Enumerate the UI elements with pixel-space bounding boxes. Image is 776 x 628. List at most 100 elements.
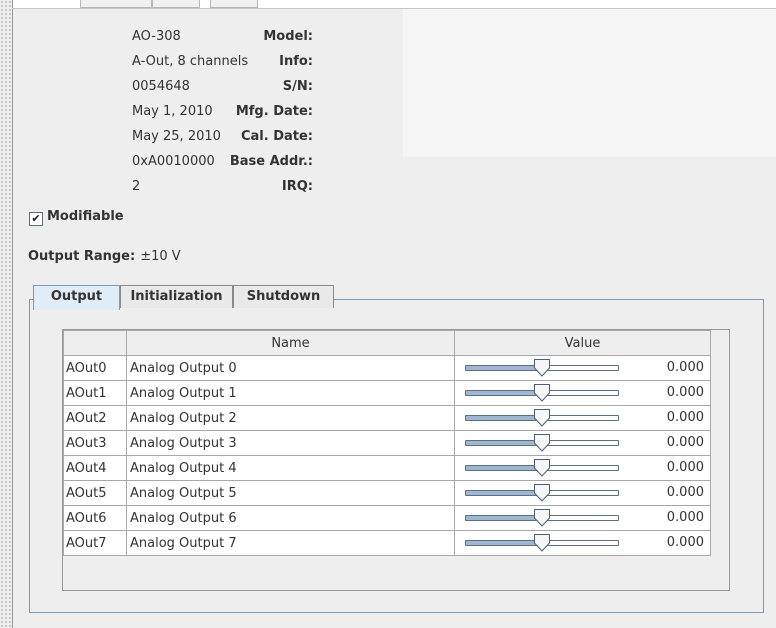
table-row[interactable]: AOut0 Analog Output 0 0.000 — [63, 355, 711, 381]
channel-value[interactable]: 0.000 — [667, 506, 704, 530]
table-header: Name Value — [63, 330, 711, 356]
tab-shutdown[interactable]: Shutdown — [233, 285, 334, 308]
channel-value[interactable]: 0.000 — [667, 406, 704, 430]
channel-name[interactable]: Analog Output 3 — [126, 430, 455, 456]
channel-id: AOut5 — [63, 480, 127, 506]
channel-name[interactable]: Analog Output 4 — [126, 455, 455, 481]
channel-value[interactable]: 0.000 — [667, 456, 704, 480]
table-row[interactable]: AOut2 Analog Output 2 0.000 — [63, 405, 711, 431]
slider-thumb-icon[interactable] — [533, 484, 551, 502]
channel-value-cell: 0.000 — [454, 355, 711, 381]
field-label: Base Addr.: — [229, 154, 313, 169]
table-row[interactable]: AOut3 Analog Output 3 0.000 — [63, 430, 711, 456]
channel-name[interactable]: Analog Output 5 — [126, 480, 455, 506]
slider-fill — [466, 391, 541, 395]
split-pane-divider[interactable] — [0, 0, 13, 628]
slider-thumb-icon[interactable] — [533, 384, 551, 402]
slider-thumb-icon[interactable] — [533, 509, 551, 527]
column-header-name[interactable]: Name — [126, 330, 455, 356]
channel-name[interactable]: Analog Output 6 — [126, 505, 455, 531]
channel-value-cell: 0.000 — [454, 430, 711, 456]
output-slider[interactable] — [465, 484, 619, 502]
table-row[interactable]: AOut5 Analog Output 5 0.000 — [63, 480, 711, 506]
output-range: Output Range: ±10 V — [28, 248, 181, 266]
channel-id: AOut6 — [63, 505, 127, 531]
field-value: AO-308 — [132, 29, 181, 44]
field-value: A-Out, 8 channels — [132, 54, 249, 69]
channel-name[interactable]: Analog Output 1 — [126, 380, 455, 406]
top-tab-remnant — [152, 0, 200, 8]
tab-output[interactable]: Output — [33, 285, 120, 310]
channel-value-cell: 0.000 — [454, 480, 711, 506]
info-background — [403, 9, 776, 157]
output-slider[interactable] — [465, 509, 619, 527]
channel-value-cell: 0.000 — [454, 455, 711, 481]
slider-fill — [466, 366, 541, 370]
modifiable-checkbox[interactable]: ✔ Modifiable — [29, 209, 124, 226]
channel-id: AOut0 — [63, 355, 127, 381]
channel-value-cell: 0.000 — [454, 505, 711, 531]
output-range-label: Output Range: — [28, 249, 136, 264]
slider-fill — [466, 516, 541, 520]
output-slider[interactable] — [465, 359, 619, 377]
channel-value[interactable]: 0.000 — [667, 381, 704, 405]
field-value: May 1, 2010 — [132, 104, 213, 119]
output-slider[interactable] — [465, 434, 619, 452]
channel-name[interactable]: Analog Output 0 — [126, 355, 455, 381]
channel-id: AOut7 — [63, 530, 127, 556]
slider-thumb-icon[interactable] — [533, 409, 551, 427]
outputs-table: Name Value AOut0 Analog Output 0 0.000 AOut… — [63, 330, 711, 556]
slider-thumb-icon[interactable] — [533, 534, 551, 552]
slider-thumb-icon[interactable] — [533, 359, 551, 377]
slider-fill — [466, 441, 541, 445]
channel-id: AOut4 — [63, 455, 127, 481]
channel-value[interactable]: 0.000 — [667, 531, 704, 555]
channel-value[interactable]: 0.000 — [667, 356, 704, 380]
channel-value[interactable]: 0.000 — [667, 481, 704, 505]
channel-name[interactable]: Analog Output 2 — [126, 405, 455, 431]
table-row[interactable]: AOut4 Analog Output 4 0.000 — [63, 455, 711, 481]
slider-fill — [466, 491, 541, 495]
field-label: Mfg. Date: — [235, 104, 313, 119]
table-row[interactable]: AOut1 Analog Output 1 0.000 — [63, 380, 711, 406]
channel-value-cell: 0.000 — [454, 380, 711, 406]
channel-name[interactable]: Analog Output 7 — [126, 530, 455, 556]
output-range-value: ±10 V — [140, 249, 181, 264]
output-slider[interactable] — [465, 409, 619, 427]
field-value: 0054648 — [132, 79, 190, 94]
field-value: May 25, 2010 — [132, 129, 221, 144]
mfg-date-row: Mfg. Date: May 1, 2010 — [13, 102, 313, 122]
top-tab-remnant — [210, 0, 258, 8]
irq-row: IRQ: 2 — [13, 177, 313, 197]
model-row: Model: AO-308 — [13, 27, 313, 47]
outputs-table-scrollpane[interactable]: Name Value AOut0 Analog Output 0 0.000 AOut… — [62, 329, 730, 591]
channel-id: AOut2 — [63, 405, 127, 431]
field-label: Model: — [263, 29, 313, 44]
slider-fill — [466, 416, 541, 420]
tab-initialization[interactable]: Initialization — [120, 285, 233, 308]
slider-fill — [466, 541, 541, 545]
field-label: IRQ: — [281, 179, 313, 194]
output-slider[interactable] — [465, 459, 619, 477]
column-header-id[interactable] — [63, 330, 127, 356]
table-row[interactable]: AOut7 Analog Output 7 0.000 — [63, 530, 711, 556]
channel-value[interactable]: 0.000 — [667, 431, 704, 455]
table-row[interactable]: AOut6 Analog Output 6 0.000 — [63, 505, 711, 531]
slider-thumb-icon[interactable] — [533, 434, 551, 452]
field-label: S/N: — [282, 79, 313, 94]
channel-id: AOut1 — [63, 380, 127, 406]
serial-row: S/N: 0054648 — [13, 77, 313, 97]
field-value: 2 — [132, 179, 141, 194]
checkmark-icon[interactable]: ✔ — [29, 212, 43, 226]
output-slider[interactable] — [465, 534, 619, 552]
modifiable-label: Modifiable — [47, 209, 124, 224]
column-header-value[interactable]: Value — [454, 330, 711, 356]
base-addr-row: Base Addr.: 0xA0010000 — [13, 152, 313, 172]
output-slider[interactable] — [465, 384, 619, 402]
cal-date-row: Cal. Date: May 25, 2010 — [13, 127, 313, 147]
slider-thumb-icon[interactable] — [533, 459, 551, 477]
info-row: Info: A-Out, 8 channels — [13, 52, 313, 72]
channel-id: AOut3 — [63, 430, 127, 456]
field-value: 0xA0010000 — [132, 154, 215, 169]
channel-value-cell: 0.000 — [454, 530, 711, 556]
